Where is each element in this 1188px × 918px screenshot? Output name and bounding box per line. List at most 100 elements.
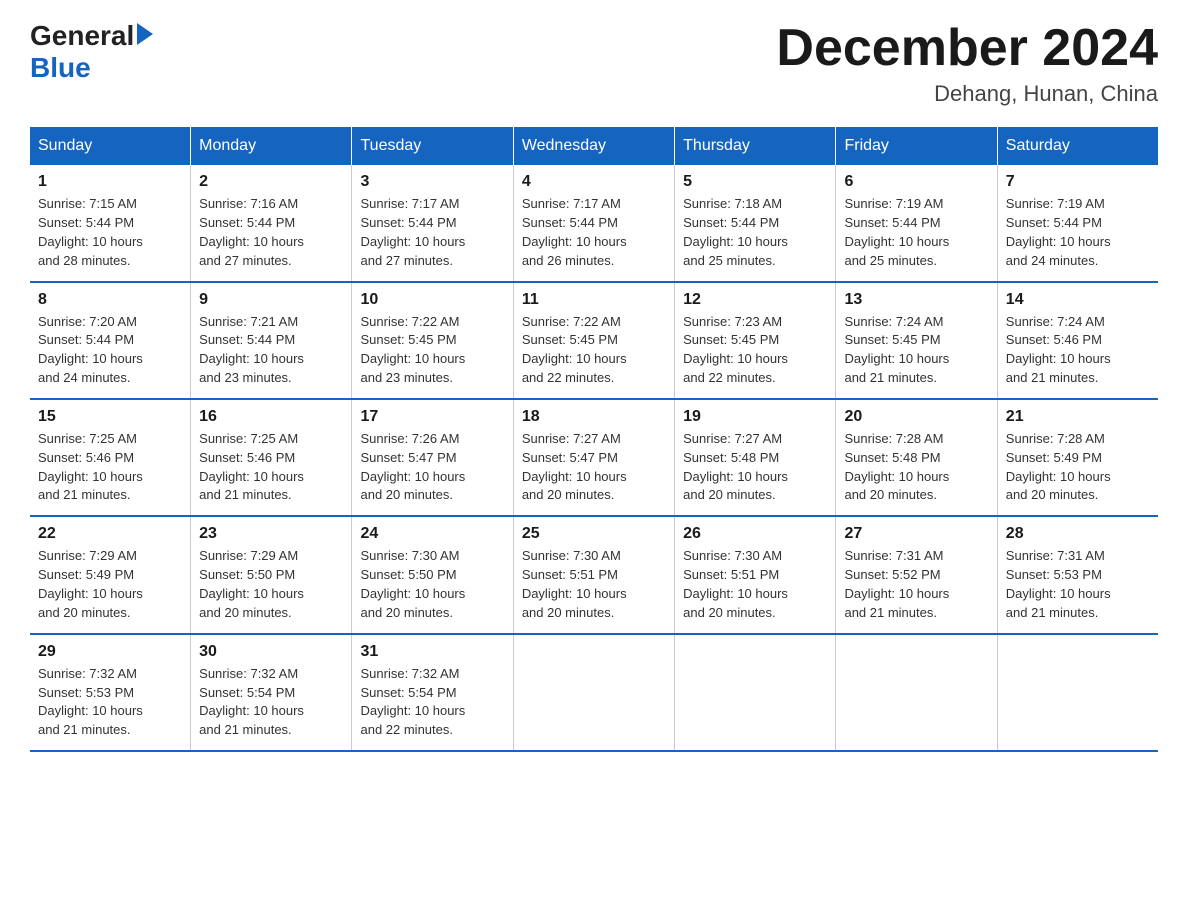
calendar-cell: 20 Sunrise: 7:28 AM Sunset: 5:48 PM Dayl…	[836, 399, 997, 516]
calendar-cell: 16 Sunrise: 7:25 AM Sunset: 5:46 PM Dayl…	[191, 399, 352, 516]
calendar-cell: 7 Sunrise: 7:19 AM Sunset: 5:44 PM Dayli…	[997, 165, 1158, 281]
day-number: 5	[683, 173, 827, 191]
header-day-saturday: Saturday	[997, 127, 1158, 165]
day-info: Sunrise: 7:32 AM Sunset: 5:54 PM Dayligh…	[360, 665, 504, 740]
day-info: Sunrise: 7:29 AM Sunset: 5:50 PM Dayligh…	[199, 547, 343, 622]
week-row-5: 29 Sunrise: 7:32 AM Sunset: 5:53 PM Dayl…	[30, 634, 1158, 751]
day-number: 7	[1006, 173, 1150, 191]
day-number: 17	[360, 408, 504, 426]
day-info: Sunrise: 7:15 AM Sunset: 5:44 PM Dayligh…	[38, 195, 182, 270]
calendar-cell: 17 Sunrise: 7:26 AM Sunset: 5:47 PM Dayl…	[352, 399, 513, 516]
calendar-cell: 10 Sunrise: 7:22 AM Sunset: 5:45 PM Dayl…	[352, 282, 513, 399]
day-info: Sunrise: 7:17 AM Sunset: 5:44 PM Dayligh…	[522, 195, 666, 270]
logo-arrow-icon	[137, 23, 153, 45]
day-info: Sunrise: 7:28 AM Sunset: 5:49 PM Dayligh…	[1006, 430, 1150, 505]
day-info: Sunrise: 7:22 AM Sunset: 5:45 PM Dayligh…	[522, 313, 666, 388]
calendar-cell: 26 Sunrise: 7:30 AM Sunset: 5:51 PM Dayl…	[675, 516, 836, 633]
calendar-cell: 8 Sunrise: 7:20 AM Sunset: 5:44 PM Dayli…	[30, 282, 191, 399]
day-info: Sunrise: 7:27 AM Sunset: 5:48 PM Dayligh…	[683, 430, 827, 505]
header-day-friday: Friday	[836, 127, 997, 165]
title-block: December 2024 Dehang, Hunan, China	[776, 20, 1158, 107]
calendar-cell: 12 Sunrise: 7:23 AM Sunset: 5:45 PM Dayl…	[675, 282, 836, 399]
day-number: 19	[683, 408, 827, 426]
day-info: Sunrise: 7:24 AM Sunset: 5:45 PM Dayligh…	[844, 313, 988, 388]
day-number: 24	[360, 525, 504, 543]
day-number: 28	[1006, 525, 1150, 543]
day-info: Sunrise: 7:28 AM Sunset: 5:48 PM Dayligh…	[844, 430, 988, 505]
day-number: 3	[360, 173, 504, 191]
day-number: 25	[522, 525, 666, 543]
day-number: 12	[683, 291, 827, 309]
day-info: Sunrise: 7:20 AM Sunset: 5:44 PM Dayligh…	[38, 313, 182, 388]
calendar-cell	[997, 634, 1158, 751]
calendar-cell: 4 Sunrise: 7:17 AM Sunset: 5:44 PM Dayli…	[513, 165, 674, 281]
header-day-sunday: Sunday	[30, 127, 191, 165]
calendar-cell: 5 Sunrise: 7:18 AM Sunset: 5:44 PM Dayli…	[675, 165, 836, 281]
day-info: Sunrise: 7:29 AM Sunset: 5:49 PM Dayligh…	[38, 547, 182, 622]
day-number: 2	[199, 173, 343, 191]
calendar-table: SundayMondayTuesdayWednesdayThursdayFrid…	[30, 127, 1158, 752]
day-info: Sunrise: 7:27 AM Sunset: 5:47 PM Dayligh…	[522, 430, 666, 505]
page-header: General Blue December 2024 Dehang, Hunan…	[30, 20, 1158, 107]
week-row-3: 15 Sunrise: 7:25 AM Sunset: 5:46 PM Dayl…	[30, 399, 1158, 516]
calendar-body: 1 Sunrise: 7:15 AM Sunset: 5:44 PM Dayli…	[30, 165, 1158, 751]
day-number: 4	[522, 173, 666, 191]
day-number: 26	[683, 525, 827, 543]
day-info: Sunrise: 7:23 AM Sunset: 5:45 PM Dayligh…	[683, 313, 827, 388]
day-info: Sunrise: 7:21 AM Sunset: 5:44 PM Dayligh…	[199, 313, 343, 388]
week-row-2: 8 Sunrise: 7:20 AM Sunset: 5:44 PM Dayli…	[30, 282, 1158, 399]
day-info: Sunrise: 7:25 AM Sunset: 5:46 PM Dayligh…	[38, 430, 182, 505]
calendar-cell: 24 Sunrise: 7:30 AM Sunset: 5:50 PM Dayl…	[352, 516, 513, 633]
day-info: Sunrise: 7:24 AM Sunset: 5:46 PM Dayligh…	[1006, 313, 1150, 388]
day-number: 1	[38, 173, 182, 191]
header-day-tuesday: Tuesday	[352, 127, 513, 165]
logo-general: General	[30, 20, 134, 52]
calendar-cell	[513, 634, 674, 751]
day-number: 10	[360, 291, 504, 309]
week-row-1: 1 Sunrise: 7:15 AM Sunset: 5:44 PM Dayli…	[30, 165, 1158, 281]
day-info: Sunrise: 7:25 AM Sunset: 5:46 PM Dayligh…	[199, 430, 343, 505]
calendar-cell: 14 Sunrise: 7:24 AM Sunset: 5:46 PM Dayl…	[997, 282, 1158, 399]
header-row: SundayMondayTuesdayWednesdayThursdayFrid…	[30, 127, 1158, 165]
day-info: Sunrise: 7:30 AM Sunset: 5:51 PM Dayligh…	[683, 547, 827, 622]
calendar-cell: 13 Sunrise: 7:24 AM Sunset: 5:45 PM Dayl…	[836, 282, 997, 399]
calendar-cell: 27 Sunrise: 7:31 AM Sunset: 5:52 PM Dayl…	[836, 516, 997, 633]
calendar-cell: 28 Sunrise: 7:31 AM Sunset: 5:53 PM Dayl…	[997, 516, 1158, 633]
day-info: Sunrise: 7:18 AM Sunset: 5:44 PM Dayligh…	[683, 195, 827, 270]
calendar-cell: 22 Sunrise: 7:29 AM Sunset: 5:49 PM Dayl…	[30, 516, 191, 633]
day-info: Sunrise: 7:17 AM Sunset: 5:44 PM Dayligh…	[360, 195, 504, 270]
day-number: 16	[199, 408, 343, 426]
calendar-cell: 3 Sunrise: 7:17 AM Sunset: 5:44 PM Dayli…	[352, 165, 513, 281]
calendar-cell: 9 Sunrise: 7:21 AM Sunset: 5:44 PM Dayli…	[191, 282, 352, 399]
day-number: 14	[1006, 291, 1150, 309]
calendar-header: SundayMondayTuesdayWednesdayThursdayFrid…	[30, 127, 1158, 165]
day-number: 27	[844, 525, 988, 543]
day-info: Sunrise: 7:19 AM Sunset: 5:44 PM Dayligh…	[844, 195, 988, 270]
day-number: 6	[844, 173, 988, 191]
calendar-cell: 31 Sunrise: 7:32 AM Sunset: 5:54 PM Dayl…	[352, 634, 513, 751]
calendar-cell: 23 Sunrise: 7:29 AM Sunset: 5:50 PM Dayl…	[191, 516, 352, 633]
header-day-monday: Monday	[191, 127, 352, 165]
header-day-wednesday: Wednesday	[513, 127, 674, 165]
day-number: 15	[38, 408, 182, 426]
day-info: Sunrise: 7:31 AM Sunset: 5:53 PM Dayligh…	[1006, 547, 1150, 622]
day-number: 13	[844, 291, 988, 309]
calendar-cell: 19 Sunrise: 7:27 AM Sunset: 5:48 PM Dayl…	[675, 399, 836, 516]
day-number: 29	[38, 643, 182, 661]
day-number: 20	[844, 408, 988, 426]
calendar-cell	[836, 634, 997, 751]
day-info: Sunrise: 7:19 AM Sunset: 5:44 PM Dayligh…	[1006, 195, 1150, 270]
day-info: Sunrise: 7:30 AM Sunset: 5:51 PM Dayligh…	[522, 547, 666, 622]
day-number: 21	[1006, 408, 1150, 426]
day-info: Sunrise: 7:30 AM Sunset: 5:50 PM Dayligh…	[360, 547, 504, 622]
day-info: Sunrise: 7:16 AM Sunset: 5:44 PM Dayligh…	[199, 195, 343, 270]
calendar-cell	[675, 634, 836, 751]
day-number: 22	[38, 525, 182, 543]
calendar-cell: 30 Sunrise: 7:32 AM Sunset: 5:54 PM Dayl…	[191, 634, 352, 751]
week-row-4: 22 Sunrise: 7:29 AM Sunset: 5:49 PM Dayl…	[30, 516, 1158, 633]
calendar-subtitle: Dehang, Hunan, China	[776, 81, 1158, 107]
logo: General Blue	[30, 20, 153, 84]
day-info: Sunrise: 7:31 AM Sunset: 5:52 PM Dayligh…	[844, 547, 988, 622]
calendar-cell: 11 Sunrise: 7:22 AM Sunset: 5:45 PM Dayl…	[513, 282, 674, 399]
day-info: Sunrise: 7:32 AM Sunset: 5:54 PM Dayligh…	[199, 665, 343, 740]
